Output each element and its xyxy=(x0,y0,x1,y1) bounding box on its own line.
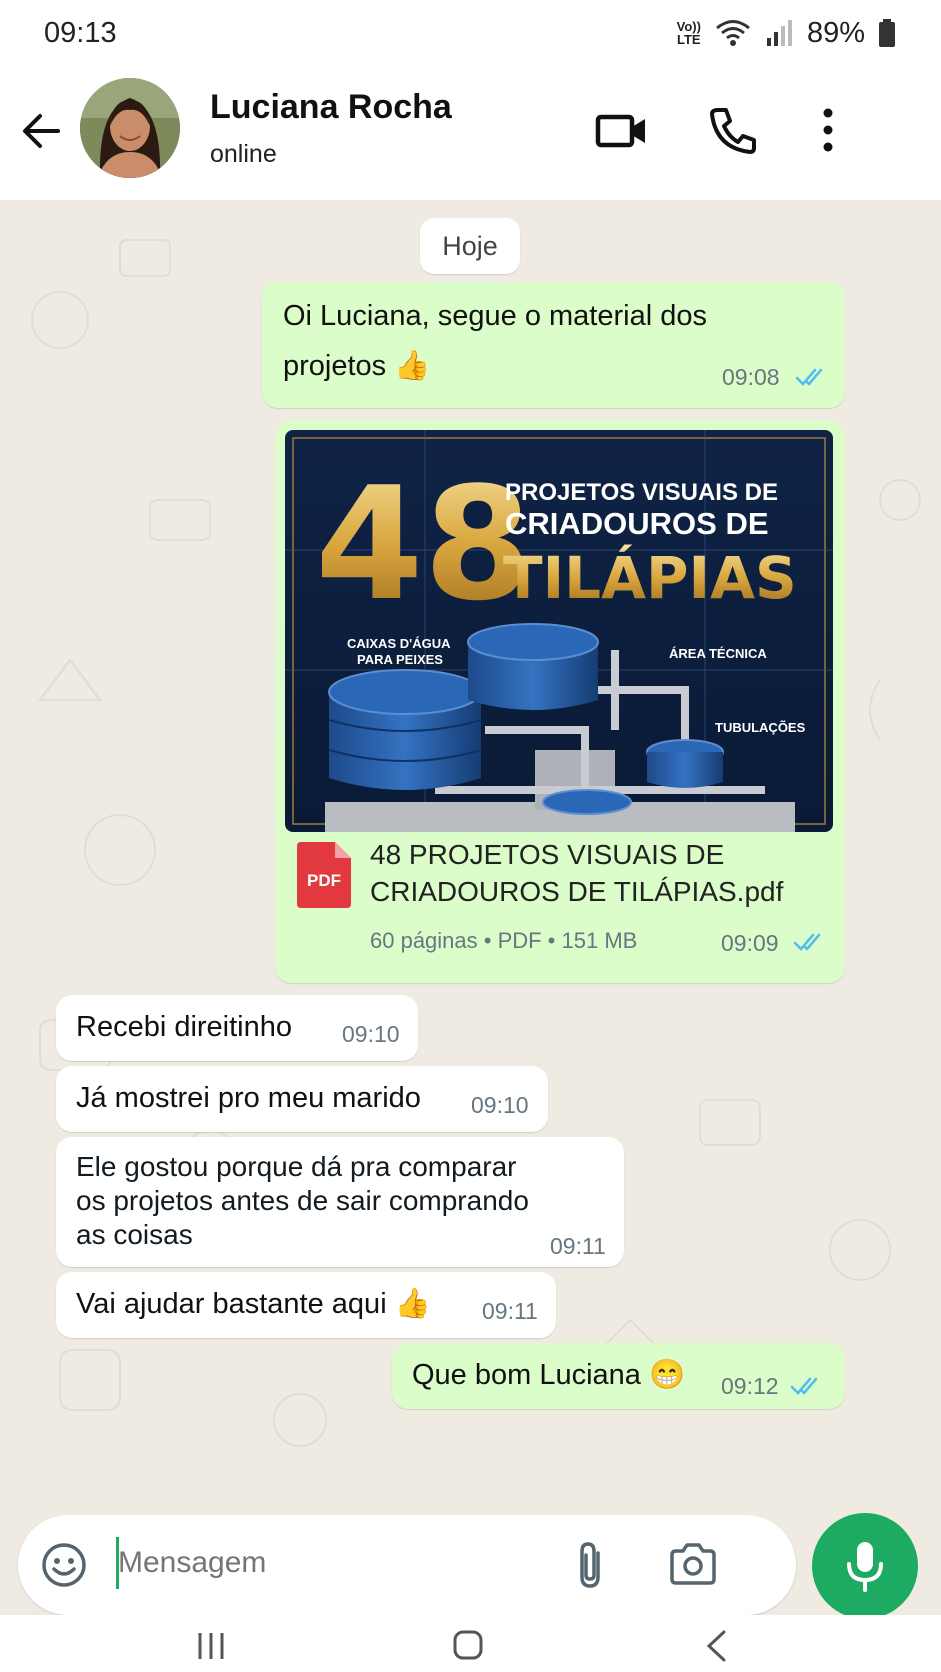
mic-icon xyxy=(847,1542,883,1592)
message-incoming[interactable]: Vai ajudar bastante aqui 👍 09:11 xyxy=(56,1272,556,1338)
video-call-icon[interactable] xyxy=(592,100,652,160)
svg-text:PDF: PDF xyxy=(307,871,341,890)
message-time: 09:11 xyxy=(550,1233,606,1259)
signal-icon xyxy=(766,20,792,46)
read-receipt-icon xyxy=(790,1377,818,1395)
message-time: 09:11 xyxy=(482,1298,538,1324)
back-arrow-icon[interactable] xyxy=(18,106,68,156)
document-meta: 60 páginas • PDF • 151 MB xyxy=(370,928,638,953)
message-time: 09:10 xyxy=(342,1021,400,1047)
volte-icon: Vo)) LTE xyxy=(676,19,701,47)
svg-text:TUBULAÇÕES: TUBULAÇÕES xyxy=(715,720,806,735)
nav-back-icon[interactable] xyxy=(704,1629,728,1663)
recent-apps-icon[interactable] xyxy=(196,1631,226,1661)
message-time: 09:09 xyxy=(721,930,779,956)
battery-percent: 89% xyxy=(806,16,865,49)
more-options-icon[interactable] xyxy=(798,100,858,160)
message-outgoing[interactable]: Oi Luciana, segue o material dos projeto… xyxy=(262,282,845,408)
chat-area[interactable]: Hoje Oi Luciana, segue o material dos pr… xyxy=(0,200,941,1515)
message-document[interactable]: 48 PROJETOS VISUAIS DE CRIADOUROS DE TIL… xyxy=(275,420,845,983)
home-icon[interactable] xyxy=(452,1629,484,1661)
svg-text:PARA PEIXES: PARA PEIXES xyxy=(357,652,443,667)
message-incoming[interactable]: Ele gostou porque dá pra comparar os pro… xyxy=(56,1137,624,1267)
message-text: projetos 👍 xyxy=(283,350,431,382)
date-separator: Hoje xyxy=(420,218,520,274)
document-cover: 48 PROJETOS VISUAIS DE CRIADOUROS DE TIL… xyxy=(285,430,833,832)
contact-status: online xyxy=(210,140,277,168)
emoji-icon[interactable] xyxy=(40,1541,88,1589)
mic-button[interactable] xyxy=(812,1513,918,1619)
message-text: Vai ajudar bastante aqui 👍 xyxy=(76,1288,431,1320)
svg-text:48: 48 xyxy=(315,453,532,635)
contact-name[interactable]: Luciana Rocha xyxy=(210,88,452,127)
message-text: Que bom Luciana 😁 xyxy=(412,1359,686,1391)
message-time: 09:08 xyxy=(722,364,780,390)
chat-header: Luciana Rocha online xyxy=(0,66,941,200)
message-text: Ele gostou porque dá pra comparar os pro… xyxy=(76,1151,529,1250)
wifi-icon xyxy=(716,20,750,46)
battery-icon xyxy=(879,19,895,47)
message-text: Oi Luciana, segue o material dos xyxy=(283,300,707,332)
status-icons: Vo)) LTE 89% xyxy=(677,17,895,50)
message-time: 09:10 xyxy=(471,1092,529,1118)
document-thumbnail[interactable]: 48 PROJETOS VISUAIS DE CRIADOUROS DE TIL… xyxy=(285,430,833,832)
message-text: Já mostrei pro meu marido xyxy=(76,1082,421,1114)
read-receipt-icon xyxy=(793,933,821,951)
attach-icon[interactable] xyxy=(570,1539,610,1591)
message-outgoing[interactable]: Que bom Luciana 😁 09:12 xyxy=(392,1343,845,1409)
svg-text:TILÁPIAS: TILÁPIAS xyxy=(503,543,797,612)
message-text: Recebi direitinho xyxy=(76,1011,293,1043)
camera-icon[interactable] xyxy=(668,1541,718,1587)
svg-text:CRIADOUROS DE: CRIADOUROS DE xyxy=(505,506,769,541)
system-nav-bar xyxy=(0,1615,941,1672)
pdf-file-icon: PDF xyxy=(297,842,351,908)
message-composer xyxy=(18,1515,796,1615)
avatar[interactable] xyxy=(80,78,180,178)
document-filename: 48 PROJETOS VISUAIS DE CRIADOUROS DE TIL… xyxy=(370,839,784,907)
message-incoming[interactable]: Já mostrei pro meu marido 09:10 xyxy=(56,1066,548,1132)
status-bar: 09:13 Vo)) LTE 89% xyxy=(0,0,941,66)
svg-text:PROJETOS VISUAIS DE: PROJETOS VISUAIS DE xyxy=(505,479,778,506)
phone-icon[interactable] xyxy=(702,100,762,160)
read-receipt-icon xyxy=(795,368,823,386)
message-input[interactable] xyxy=(118,1537,538,1589)
message-time: 09:12 xyxy=(721,1373,779,1399)
svg-text:CAIXAS D'ÁGUA: CAIXAS D'ÁGUA xyxy=(347,636,451,651)
svg-text:ÁREA TÉCNICA: ÁREA TÉCNICA xyxy=(669,646,767,661)
status-time: 09:13 xyxy=(44,16,117,49)
message-incoming[interactable]: Recebi direitinho 09:10 xyxy=(56,995,418,1061)
